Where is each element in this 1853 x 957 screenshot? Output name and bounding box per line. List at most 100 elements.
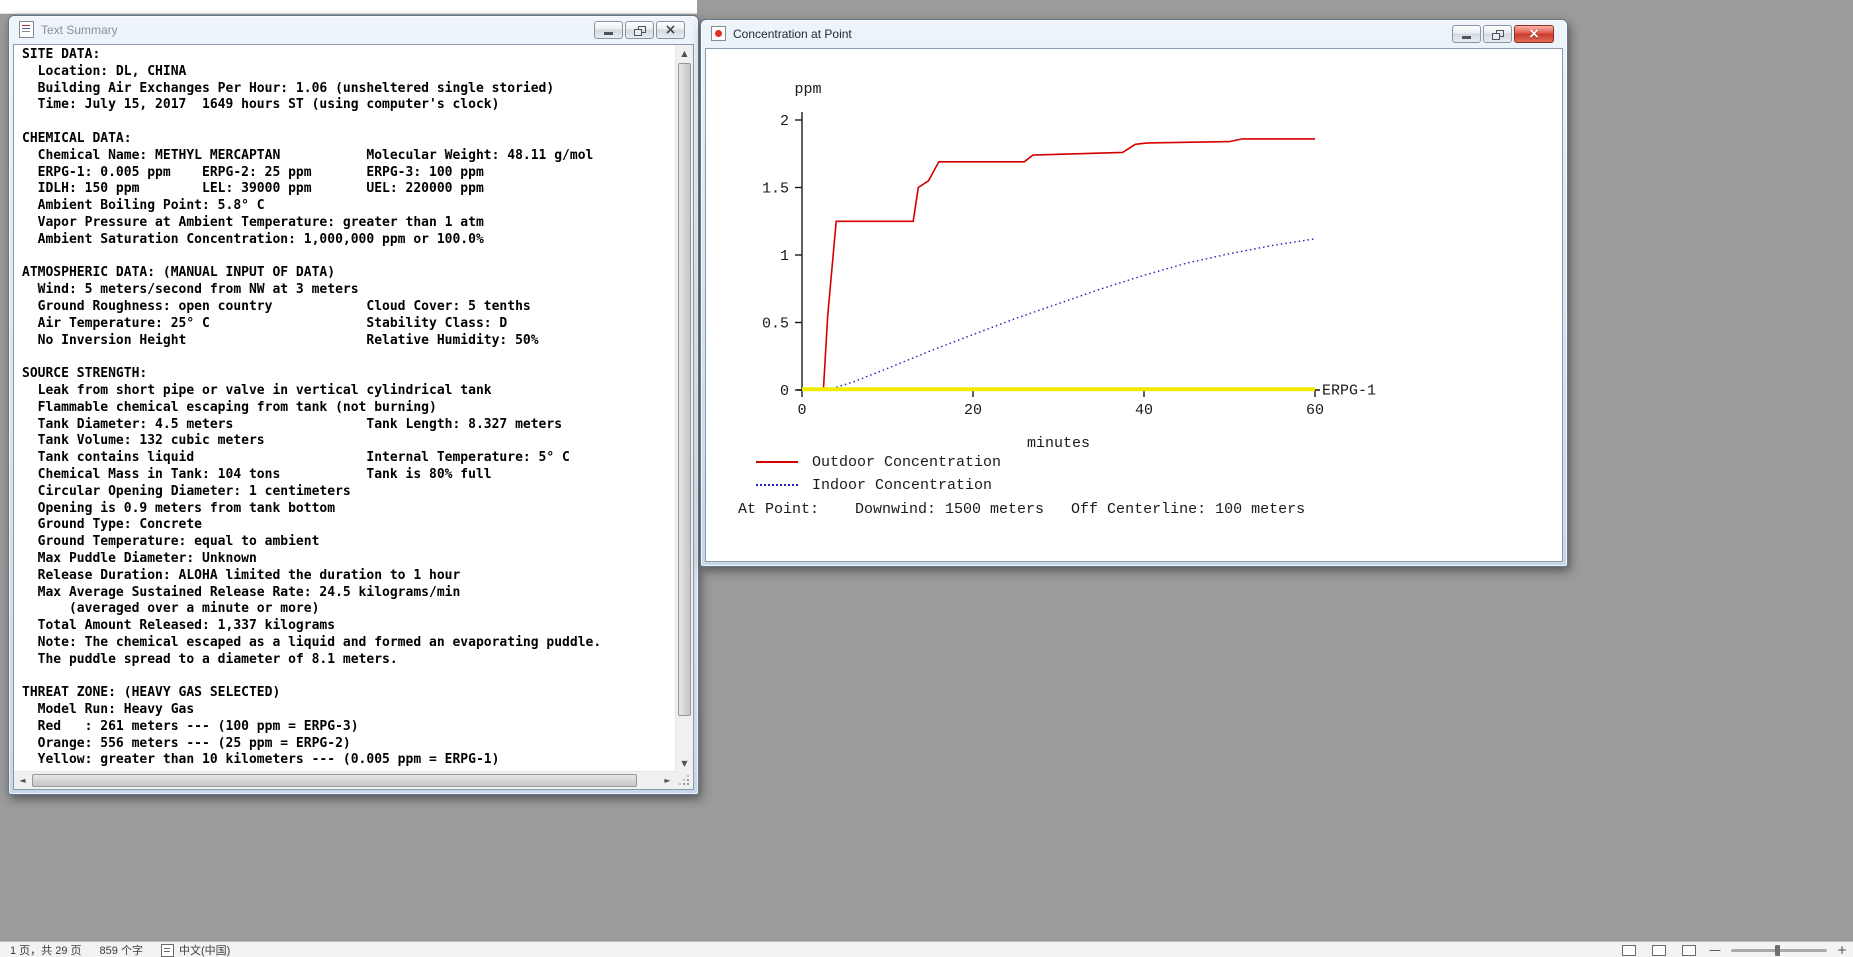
text-summary-line: Note: The chemical escaped as a liquid a…: [22, 634, 602, 650]
text-summary-line: Chemical Name: METHYL MERCAPTAN Molecula…: [22, 147, 594, 163]
vertical-scroll-thumb[interactable]: [678, 63, 691, 717]
minimize-button[interactable]: [1452, 25, 1481, 43]
vertical-scrollbar[interactable]: ▲ ▼: [675, 45, 693, 772]
restore-button[interactable]: [1483, 25, 1512, 43]
text-summary-line: Ground Roughness: open country Cloud Cov…: [22, 298, 531, 314]
zoom-slider-thumb[interactable]: [1774, 944, 1780, 956]
erpg-1-label: ERPG-1: [1322, 382, 1376, 399]
text-summary-line: No Inversion Height Relative Humidity: 5…: [22, 332, 539, 348]
zoom-out-button[interactable]: —: [1709, 943, 1721, 957]
outdoor-concentration-line: [802, 138, 1315, 391]
language-label: 中文(中国): [178, 945, 231, 957]
y-tick-label: 1.5: [762, 181, 789, 198]
text-summary-line: Time: July 15, 2017 1649 hours ST (using…: [22, 97, 500, 113]
text-summary-line: SOURCE STRENGTH:: [22, 366, 148, 382]
close-button[interactable]: ×: [1514, 25, 1554, 43]
minimize-icon: [604, 32, 613, 35]
text-summary-line: Leak from short pipe or valve in vertica…: [22, 382, 492, 398]
text-summary-line: ATMOSPHERIC DATA: (MANUAL INPUT OF DATA): [22, 265, 336, 281]
resize-grip[interactable]: [676, 772, 693, 789]
at-point-info: At Point: Downwind: 1500 meters Off Cent…: [738, 501, 1306, 518]
close-button[interactable]: ×: [656, 21, 685, 39]
text-summary-window: Text Summary × SITE DATA: Location: DL, …: [8, 15, 699, 795]
x-tick-label: 40: [1135, 402, 1153, 419]
text-summary-line: Max Average Sustained Release Rate: 24.5…: [22, 584, 461, 600]
view-print-icon: [1651, 944, 1666, 956]
text-summary-line: Opening is 0.9 meters from tank bottom: [22, 500, 336, 516]
scroll-up-icon[interactable]: ▲: [676, 45, 693, 62]
text-summary-line: [22, 349, 676, 366]
x-axis-label: minutes: [1027, 435, 1090, 452]
scroll-down-icon[interactable]: ▼: [676, 755, 693, 772]
legend-row-outdoor: Outdoor Concentration: [756, 453, 1001, 471]
text-summary-line: Model Run: Heavy Gas: [22, 702, 195, 718]
text-summary-line: Ground Temperature: equal to ambient: [22, 534, 320, 550]
concentration-caption-buttons: ×: [1452, 25, 1554, 43]
text-summary-line: Location: DL, CHINA: [22, 63, 187, 79]
text-summary-line: SITE DATA:: [22, 47, 101, 62]
text-summary-content: SITE DATA: Location: DL, CHINA Building …: [13, 44, 694, 790]
text-summary-line: Ambient Boiling Point: 5.8° C: [22, 198, 265, 214]
text-summary-line: [22, 249, 676, 266]
view-mode-print-button[interactable]: [1649, 944, 1669, 957]
text-summary-line: Flammable chemical escaping from tank (n…: [22, 399, 437, 415]
desktop: Text Summary × SITE DATA: Location: DL, …: [0, 0, 1853, 957]
text-summary-line: Tank Diameter: 4.5 meters Tank Length: 8…: [22, 416, 563, 432]
concentration-content: 0 0.5 1 1.5 2 0 20 40 60 ppm minutes ERPG-1 Outdoor…: [705, 48, 1563, 562]
text-summary-title: Text Summary: [41, 22, 118, 37]
text-summary-line: Total Amount Released: 1,337 kilograms: [22, 618, 336, 634]
close-icon: ×: [664, 22, 677, 38]
text-summary-line: Wind: 5 meters/second from NW at 3 meter…: [22, 282, 359, 298]
restore-icon: [634, 25, 646, 36]
text-summary-caption-buttons: ×: [594, 21, 685, 39]
close-icon: ×: [1528, 26, 1540, 42]
proofing-icon: [160, 943, 174, 957]
horizontal-scroll-thumb[interactable]: [32, 774, 637, 787]
concentration-title: Concentration at Point: [733, 26, 852, 41]
concentration-titlebar[interactable]: Concentration at Point: [701, 20, 1567, 47]
y-tick-label: 2: [780, 113, 789, 130]
indoor-concentration-line: [827, 238, 1316, 391]
word-count[interactable]: 859 个字: [100, 942, 143, 957]
restore-icon: [1492, 29, 1504, 40]
status-left: 1 页，共 29 页 859 个字 中文(中国): [0, 942, 230, 957]
view-read-icon: [1621, 944, 1636, 956]
word-status-bar: 1 页，共 29 页 859 个字 中文(中国) — +: [0, 941, 1853, 957]
y-tick-label: 0.5: [762, 316, 789, 333]
status-right: — +: [1619, 943, 1847, 957]
language-indicator[interactable]: 中文(中国): [160, 942, 231, 957]
text-summary-line: Tank Volume: 132 cubic meters: [22, 433, 265, 449]
text-summary-line: Air Temperature: 25° C Stability Class: …: [22, 315, 508, 331]
y-tick-label: 0: [780, 383, 789, 400]
horizontal-scroll-track[interactable]: [31, 772, 659, 789]
text-summary-window-icon: [19, 21, 34, 38]
restore-button[interactable]: [625, 21, 654, 39]
scroll-right-icon[interactable]: ►: [659, 772, 676, 789]
zoom-slider[interactable]: [1730, 944, 1827, 956]
zoom-in-button[interactable]: +: [1837, 943, 1847, 957]
concentration-window: Concentration at Point × 0 0.5 1 1.5 2 0 20 40 6…: [700, 19, 1568, 567]
text-summary-line: The puddle spread to a diameter of 8.1 m…: [22, 651, 398, 667]
view-mode-web-button[interactable]: [1679, 944, 1699, 957]
text-summary-line: Circular Opening Diameter: 1 centimeters: [22, 483, 351, 499]
view-mode-read-button[interactable]: [1619, 944, 1639, 957]
minimize-button[interactable]: [594, 21, 623, 39]
scroll-left-icon[interactable]: ◄: [14, 772, 31, 789]
x-tick-label: 0: [797, 402, 806, 419]
text-summary-line: Building Air Exchanges Per Hour: 1.06 (u…: [22, 80, 555, 96]
text-summary-line: Release Duration: ALOHA limited the dura…: [22, 567, 461, 583]
page-info[interactable]: 1 页，共 29 页: [10, 942, 82, 957]
text-summary-line: (averaged over a minute or more): [22, 601, 320, 617]
text-summary-line: Ambient Saturation Concentration: 1,000,…: [22, 231, 484, 247]
text-summary-line: [22, 114, 676, 131]
legend-indoor-label: Indoor Concentration: [812, 476, 993, 494]
concentration-window-icon: [711, 26, 726, 41]
text-summary-line: Yellow: greater than 10 kilometers --- (…: [22, 752, 500, 768]
text-summary-line: [22, 668, 676, 685]
text-summary-line: Chemical Mass in Tank: 104 tons Tank is …: [22, 466, 492, 482]
y-axis-label: ppm: [794, 81, 821, 98]
text-summary-line: Orange: 556 meters --- (25 ppm = ERPG-2): [22, 735, 351, 751]
horizontal-scrollbar[interactable]: ◄ ►: [14, 771, 676, 789]
vertical-scroll-track[interactable]: [676, 62, 693, 755]
text-summary-line: CHEMICAL DATA:: [22, 130, 132, 146]
